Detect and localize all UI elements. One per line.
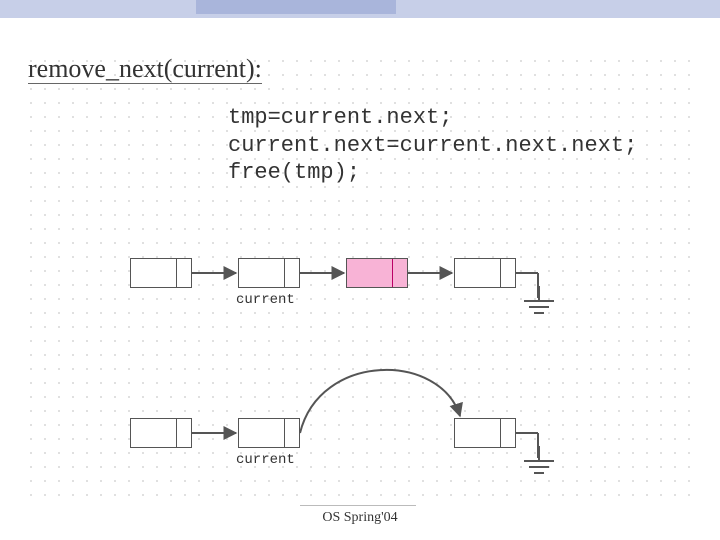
list-node: [130, 258, 192, 288]
pointer-label: current: [236, 292, 295, 308]
code-line: tmp=current.next;: [228, 105, 452, 130]
list-node: [454, 258, 516, 288]
slide: remove_next(current): tmp=current.next; …: [0, 0, 720, 540]
ground-icon: [524, 460, 554, 488]
list-node: [238, 258, 300, 288]
code-line: current.next=current.next.next;: [228, 133, 637, 158]
ground-icon: [524, 300, 554, 328]
list-node: [454, 418, 516, 448]
title-accent: [196, 0, 396, 14]
list-node: [238, 418, 300, 448]
pointer-label: current: [236, 452, 295, 468]
footer-text: OS Spring'04: [0, 510, 720, 526]
footer-rule: [300, 505, 416, 506]
code-line: free(tmp);: [228, 160, 360, 185]
code-block: tmp=current.next; current.next=current.n…: [228, 104, 637, 187]
list-node-removed: [346, 258, 408, 288]
list-node: [130, 418, 192, 448]
slide-title: remove_next(current):: [28, 54, 262, 84]
